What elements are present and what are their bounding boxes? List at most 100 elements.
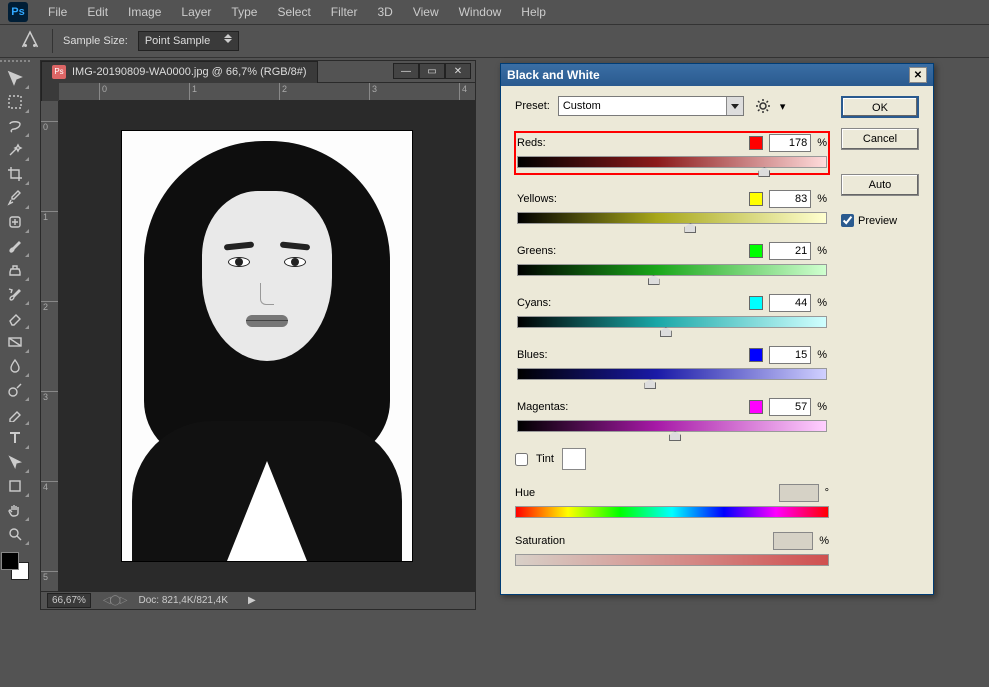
hue-input[interactable]: [779, 484, 819, 502]
blur-tool[interactable]: [0, 354, 30, 378]
maximize-button[interactable]: ▭: [419, 63, 445, 79]
document-tab[interactable]: Ps IMG-20190809-WA0000.jpg @ 66,7% (RGB/…: [41, 61, 318, 83]
tint-label: Tint: [536, 453, 554, 465]
zoom-tool[interactable]: [0, 522, 30, 546]
ruler-horizontal: 01234: [59, 83, 475, 101]
percent-unit: %: [817, 193, 827, 205]
canvas-area[interactable]: [59, 101, 475, 591]
close-button[interactable]: ✕: [445, 63, 471, 79]
greens-slider-thumb[interactable]: [648, 275, 660, 285]
magentas-slider-thumb[interactable]: [669, 431, 681, 441]
menu-view[interactable]: View: [403, 1, 449, 23]
reds-swatch: [749, 136, 763, 150]
blues-slider-thumb[interactable]: [644, 379, 656, 389]
menu-window[interactable]: Window: [449, 1, 512, 23]
sample-size-select[interactable]: Point Sample: [138, 31, 239, 51]
clone-stamp-tool[interactable]: [0, 258, 30, 282]
menu-help[interactable]: Help: [511, 1, 556, 23]
dodge-tool[interactable]: [0, 378, 30, 402]
magentas-slider[interactable]: [517, 420, 827, 432]
blues-slider[interactable]: [517, 368, 827, 380]
magentas-slider-block: Magentas:%: [515, 396, 829, 434]
percent-unit: %: [817, 137, 827, 149]
hand-tool[interactable]: [0, 498, 30, 522]
greens-label: Greens:: [517, 245, 556, 257]
cancel-button[interactable]: Cancel: [841, 128, 919, 150]
current-tool-icon: [18, 29, 42, 53]
history-brush-tool[interactable]: [0, 282, 30, 306]
menu-3d[interactable]: 3D: [367, 1, 402, 23]
menu-layer[interactable]: Layer: [171, 1, 221, 23]
preset-menu-icon[interactable]: [756, 99, 770, 113]
spot-healing-tool[interactable]: [0, 210, 30, 234]
reds-slider-block: Reds:%: [515, 132, 829, 174]
black-and-white-dialog: Black and White ✕ Preset: Custom ▾ Reds:…: [500, 63, 934, 595]
cyans-slider-thumb[interactable]: [660, 327, 672, 337]
zoom-slider-icon[interactable]: ◁◯▷: [103, 595, 127, 606]
ok-button[interactable]: OK: [841, 96, 919, 118]
type-tool[interactable]: [0, 426, 30, 450]
magentas-input[interactable]: [769, 398, 811, 416]
reds-input[interactable]: [769, 134, 811, 152]
magic-wand-tool[interactable]: [0, 138, 30, 162]
options-bar: Sample Size: Point Sample: [0, 24, 989, 58]
move-tool[interactable]: [0, 66, 30, 90]
cyans-swatch: [749, 296, 763, 310]
statusbar-menu-icon[interactable]: ▶: [248, 595, 256, 606]
reds-slider[interactable]: [517, 156, 827, 168]
path-selection-tool[interactable]: [0, 450, 30, 474]
pen-tool[interactable]: [0, 402, 30, 426]
cyans-input[interactable]: [769, 294, 811, 312]
magentas-swatch: [749, 400, 763, 414]
greens-input[interactable]: [769, 242, 811, 260]
document-window: Ps IMG-20190809-WA0000.jpg @ 66,7% (RGB/…: [40, 60, 476, 610]
saturation-slider[interactable]: [515, 554, 829, 566]
hue-label: Hue: [515, 487, 535, 499]
auto-button[interactable]: Auto: [841, 174, 919, 196]
saturation-input[interactable]: [773, 532, 813, 550]
crop-tool[interactable]: [0, 162, 30, 186]
menu-filter[interactable]: Filter: [321, 1, 368, 23]
yellows-input[interactable]: [769, 190, 811, 208]
greens-swatch: [749, 244, 763, 258]
eyedropper-tool[interactable]: [0, 186, 30, 210]
hue-unit: °: [825, 487, 829, 499]
dialog-close-button[interactable]: ✕: [909, 67, 927, 83]
shape-tool[interactable]: [0, 474, 30, 498]
lasso-tool[interactable]: [0, 114, 30, 138]
preview-label: Preview: [858, 215, 897, 227]
document-statusbar: 66,67% ◁◯▷ Doc: 821,4K/821,4K ▶: [41, 591, 475, 609]
menu-edit[interactable]: Edit: [77, 1, 118, 23]
preset-select[interactable]: Custom: [558, 96, 744, 116]
blues-input[interactable]: [769, 346, 811, 364]
gradient-tool[interactable]: [0, 330, 30, 354]
preview-checkbox-row[interactable]: Preview: [841, 214, 919, 227]
greens-slider[interactable]: [517, 264, 827, 276]
percent-unit: %: [817, 401, 827, 413]
saturation-label: Saturation: [515, 535, 565, 547]
magentas-label: Magentas:: [517, 401, 568, 413]
menu-select[interactable]: Select: [267, 1, 320, 23]
preview-checkbox[interactable]: [841, 214, 854, 227]
reds-slider-thumb[interactable]: [758, 167, 770, 177]
zoom-readout[interactable]: 66,67%: [47, 593, 91, 608]
menu-file[interactable]: File: [38, 1, 77, 23]
hue-slider[interactable]: [515, 506, 829, 518]
eraser-tool[interactable]: [0, 306, 30, 330]
menu-image[interactable]: Image: [118, 1, 171, 23]
minimize-button[interactable]: —: [393, 63, 419, 79]
blues-label: Blues:: [517, 349, 548, 361]
brush-tool[interactable]: [0, 234, 30, 258]
yellows-slider-thumb[interactable]: [684, 223, 696, 233]
rect-marquee-tool[interactable]: [0, 90, 30, 114]
color-swatches[interactable]: [1, 552, 29, 580]
tint-color-swatch[interactable]: [562, 448, 586, 470]
dialog-titlebar[interactable]: Black and White ✕: [501, 64, 933, 86]
tint-checkbox[interactable]: [515, 453, 528, 466]
blues-slider-block: Blues:%: [515, 344, 829, 382]
percent-unit: %: [817, 245, 827, 257]
menu-type[interactable]: Type: [221, 1, 267, 23]
yellows-slider-block: Yellows:%: [515, 188, 829, 226]
yellows-slider[interactable]: [517, 212, 827, 224]
cyans-slider[interactable]: [517, 316, 827, 328]
